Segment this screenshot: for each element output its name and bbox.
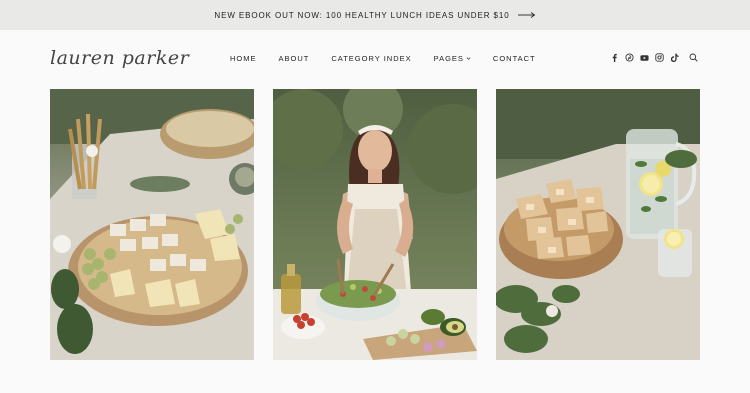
site-header: lauren parker HOME ABOUT CATEGORY INDEX … <box>0 30 750 90</box>
announcement-bar[interactable]: NEW EBOOK OUT NOW: 100 HEALTHY LUNCH IDE… <box>0 0 750 30</box>
announcement-text[interactable]: NEW EBOOK OUT NOW: 100 HEALTHY LUNCH IDE… <box>214 11 509 20</box>
search-icon[interactable] <box>689 53 698 62</box>
instagram-icon[interactable] <box>655 53 664 62</box>
long-arrow-right-icon <box>517 12 536 18</box>
site-logo[interactable]: lauren parker <box>50 47 189 75</box>
post-image-cheese-board[interactable] <box>50 89 254 360</box>
post-image-woman-salad[interactable] <box>273 89 477 360</box>
pinterest-icon[interactable] <box>625 53 634 62</box>
main-nav: HOME ABOUT CATEGORY INDEX PAGES CONTACT <box>230 54 558 63</box>
nav-home[interactable]: HOME <box>230 54 257 63</box>
nav-pages-label: PAGES <box>433 54 464 63</box>
nav-pages[interactable]: PAGES <box>434 54 471 63</box>
post-image-bread-lemon-water[interactable] <box>496 89 700 360</box>
nav-category-index[interactable]: CATEGORY INDEX <box>331 54 411 63</box>
youtube-icon[interactable] <box>640 53 649 62</box>
social-links <box>610 53 698 62</box>
tiktok-icon[interactable] <box>670 53 679 62</box>
chevron-down-icon <box>466 57 471 60</box>
nav-contact[interactable]: CONTACT <box>493 54 536 63</box>
nav-about[interactable]: ABOUT <box>279 54 310 63</box>
facebook-icon[interactable] <box>610 53 619 62</box>
